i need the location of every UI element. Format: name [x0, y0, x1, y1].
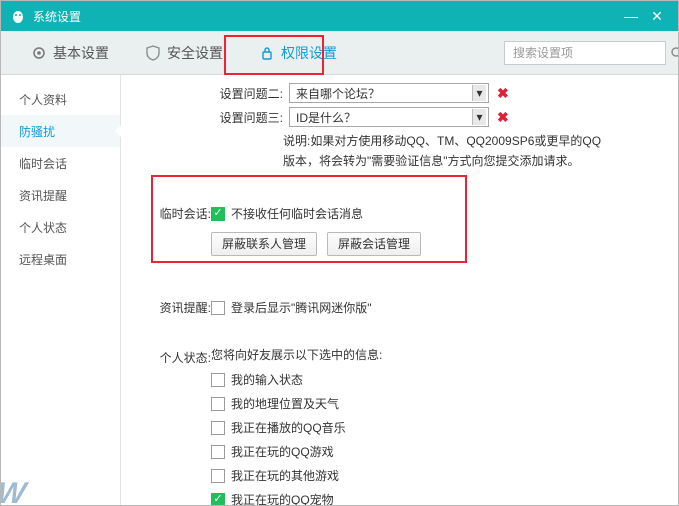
status-check-4[interactable]: [211, 469, 225, 483]
status-item-label: 我正在玩的其他游戏: [231, 467, 339, 484]
status-item-label: 我正在玩的QQ宠物: [231, 491, 334, 506]
news-checkbox-label: 登录后显示"腾讯网迷你版": [231, 299, 372, 316]
status-item-label: 我的输入状态: [231, 371, 303, 388]
tab-label: 权限设置: [281, 43, 337, 63]
sidebar-item-label: 防骚扰: [19, 123, 55, 140]
sidebar-item-remote[interactable]: 远程桌面: [1, 243, 120, 275]
lock-icon: [259, 45, 275, 61]
status-item-label: 我正在播放的QQ音乐: [231, 419, 346, 436]
status-check-3[interactable]: [211, 445, 225, 459]
tabbar: 基本设置 安全设置 权限设置: [1, 31, 678, 75]
chevron-down-icon: ▾: [472, 85, 486, 101]
temp-session-label: 临时会话:: [139, 202, 211, 222]
block-contacts-button[interactable]: 屏蔽联系人管理: [211, 232, 317, 256]
sidebar-item-profile[interactable]: 个人资料: [1, 83, 120, 115]
question2-label: 设置问题二:: [211, 85, 283, 102]
block-sessions-button[interactable]: 屏蔽会话管理: [327, 232, 421, 256]
shield-icon: [145, 45, 161, 61]
status-intro: 您将向好友展示以下选中的信息:: [211, 346, 382, 368]
body: 个人资料 防骚扰 临时会话 资讯提醒 个人状态 远程桌面 设置问题二: 来自哪个…: [1, 75, 678, 506]
status-item-label: 我正在玩的QQ游戏: [231, 443, 334, 460]
sidebar-item-label: 个人状态: [19, 219, 67, 236]
question2-value: 来自哪个论坛？: [296, 85, 380, 102]
sidebar-item-status[interactable]: 个人状态: [1, 211, 120, 243]
question3-select[interactable]: ID是什么？ ▾: [289, 107, 489, 127]
sidebar-item-label: 个人资料: [19, 91, 67, 108]
status-check-1[interactable]: [211, 397, 225, 411]
tab-security[interactable]: 安全设置: [127, 31, 241, 75]
search-input[interactable]: [511, 45, 670, 61]
news-label: 资讯提醒:: [139, 296, 211, 316]
news-checkbox[interactable]: [211, 301, 225, 315]
status-item-label: 我的地理位置及天气: [231, 395, 339, 412]
question3-label: 设置问题三:: [211, 109, 283, 126]
status-check-5[interactable]: [211, 493, 225, 506]
status-check-0[interactable]: [211, 373, 225, 387]
content: 设置问题二: 来自哪个论坛？ ▾ ✖ 设置问题三: ID是什么？ ▾ ✖ 说明:…: [121, 75, 678, 506]
search-icon[interactable]: [670, 45, 679, 61]
sidebar-item-label: 远程桌面: [19, 251, 67, 268]
question3-value: ID是什么？: [296, 109, 356, 126]
chevron-down-icon: ▾: [472, 109, 486, 125]
close-button[interactable]: ✕: [644, 1, 670, 31]
tab-permission[interactable]: 权限设置: [241, 31, 355, 75]
tab-label: 基本设置: [53, 43, 109, 63]
sidebar-item-label: 临时会话: [19, 155, 67, 172]
status-check-2[interactable]: [211, 421, 225, 435]
question2-select[interactable]: 来自哪个论坛？ ▾: [289, 83, 489, 103]
temp-session-checkbox-label: 不接收任何临时会话消息: [231, 205, 363, 222]
titlebar: 系统设置 — ✕: [1, 1, 678, 31]
delete-q2-button[interactable]: ✖: [495, 85, 511, 102]
questions-desc: 说明:如果对方使用移动QQ、TM、QQ2009SP6或更早的QQ版本，将会转为"…: [283, 131, 613, 172]
tab-basic[interactable]: 基本设置: [13, 31, 127, 75]
sidebar-item-session[interactable]: 临时会话: [1, 147, 120, 179]
gear-icon: [31, 45, 47, 61]
app-icon: [9, 7, 27, 25]
sidebar-item-label: 资讯提醒: [19, 187, 67, 204]
settings-window: 系统设置 — ✕ 基本设置 安全设置 权限设置: [0, 0, 679, 506]
sidebar-item-harass[interactable]: 防骚扰: [1, 115, 120, 147]
minimize-button[interactable]: —: [618, 1, 644, 31]
status-label: 个人状态:: [139, 346, 211, 366]
sidebar-item-news[interactable]: 资讯提醒: [1, 179, 120, 211]
tab-label: 安全设置: [167, 43, 223, 63]
search-box[interactable]: [504, 41, 666, 65]
sidebar: 个人资料 防骚扰 临时会话 资讯提醒 个人状态 远程桌面: [1, 75, 121, 506]
delete-q3-button[interactable]: ✖: [495, 109, 511, 126]
window-title: 系统设置: [33, 8, 81, 25]
temp-session-checkbox[interactable]: [211, 207, 225, 221]
